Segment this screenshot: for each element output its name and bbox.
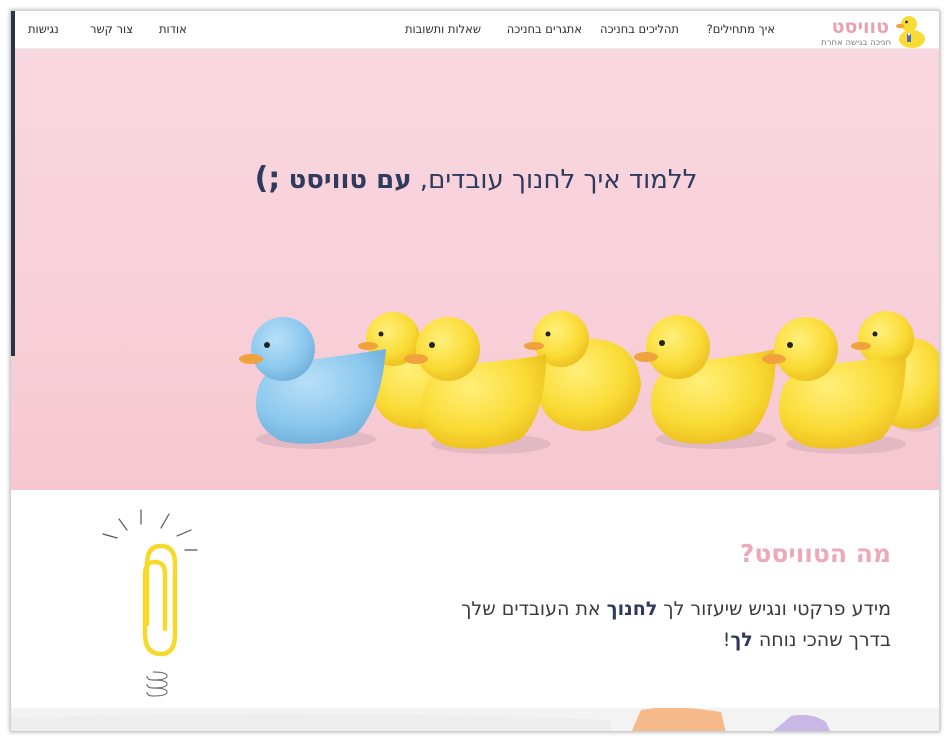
- scroll-edge-bar: [11, 11, 15, 356]
- top-navigation: טוויסט חניכה בגישה אחרת איך מתחילים? תהל…: [11, 11, 939, 49]
- logo-tagline: חניכה בגישה אחרת: [821, 38, 891, 48]
- line1-bold: לחנוך: [606, 598, 658, 620]
- line2-start: בדרך שהכי נוחה: [752, 629, 891, 651]
- hero-banner: ללמוד איך לחנוך עובדים, עם טוויסט ;): [11, 49, 939, 490]
- line2-bold: לך: [730, 629, 753, 651]
- duck-yellow-1: [404, 317, 551, 454]
- duck-yellow-2: [634, 315, 776, 449]
- section-description: מידע פרקטי ונגיש שיעזור לך לחנוך את העוב…: [371, 594, 891, 656]
- nav-item-processes[interactable]: תהליכים בחניכה: [600, 22, 679, 36]
- nav-item-contact[interactable]: צור קשר: [90, 22, 133, 36]
- logo-name: טוויסט: [831, 16, 889, 38]
- description-line-1: מידע פרקטי ונגיש שיעזור לך לחנוך את העוב…: [371, 594, 891, 625]
- duck-blue: [239, 317, 386, 449]
- nav-item-challenges[interactable]: אתגרים בחניכה: [507, 22, 582, 36]
- description-line-2: בדרך שהכי נוחה לך!: [371, 625, 891, 656]
- nav-item-faq[interactable]: שאלות ותשובות: [405, 22, 481, 36]
- paperclip-lightbulb-icon: [102, 509, 198, 697]
- nav-item-getting-started[interactable]: איך מתחילים?: [707, 22, 775, 36]
- duck-logo-icon: [896, 16, 925, 48]
- next-section-preview: [11, 708, 939, 731]
- line1-start: מידע פרקטי ונגיש שיעזור לך: [657, 598, 891, 620]
- rubber-ducks-illustration: [239, 311, 939, 454]
- next-section-shapes: [11, 708, 831, 731]
- line1-end: את העובדים שלך: [461, 598, 607, 620]
- section-title-twist: מה הטוויסט?: [739, 539, 891, 568]
- nav-item-accessibility[interactable]: נגישות: [28, 22, 59, 36]
- nav-item-about[interactable]: אודות: [159, 22, 187, 36]
- page-frame: טוויסט חניכה בגישה אחרת איך מתחילים? תהל…: [10, 10, 940, 732]
- site-logo[interactable]: טוויסט חניכה בגישה אחרת: [817, 13, 927, 49]
